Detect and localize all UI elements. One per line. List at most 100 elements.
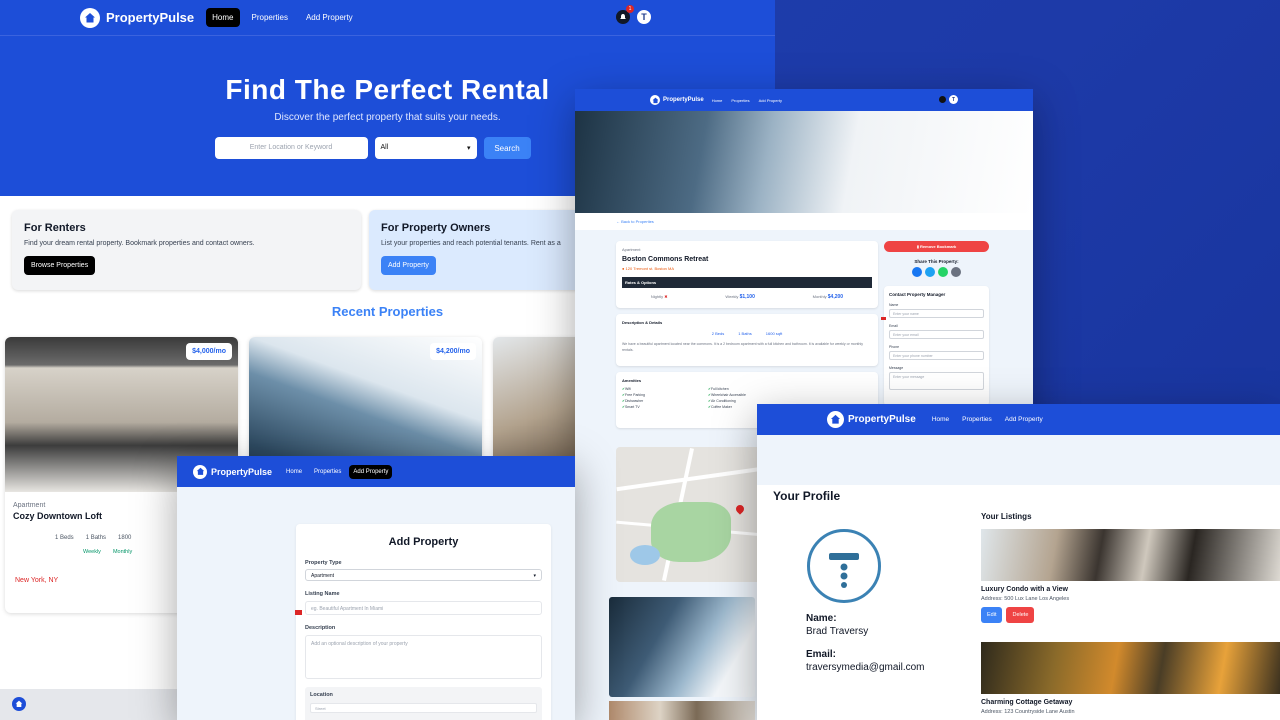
x-icon: ✖	[664, 294, 668, 299]
brand-logo[interactable]: PropertyPulse	[650, 95, 704, 105]
facebook-icon[interactable]	[912, 267, 922, 277]
price-badge: $4,200/mo	[430, 343, 476, 360]
property-description: We have a beautiful apartment located ne…	[622, 342, 863, 352]
browse-properties-button[interactable]: Browse Properties	[24, 256, 96, 275]
map-pin-icon[interactable]	[734, 503, 746, 515]
profile-avatar	[807, 529, 881, 603]
property-address: ● 120 Tremont st. Boston MA	[622, 266, 872, 271]
map-pin-icon: ●	[622, 266, 625, 271]
nav-home-link[interactable]: Home	[709, 96, 726, 105]
description-textarea[interactable]: Add an optional description of your prop…	[305, 635, 542, 679]
rates-row: Nightly ✖ Weekly $1,100 Monthly $4,200	[622, 288, 872, 302]
listing-name-input[interactable]: eg. Beautiful Apartment In Miami	[305, 601, 542, 615]
page-title: Your Profile	[773, 489, 841, 503]
property-summary-box: Apartment Boston Commons Retreat ● 120 T…	[616, 241, 878, 308]
property-hero-image	[575, 111, 1033, 213]
baths-count: 1 Baths	[738, 331, 752, 336]
amenity-item: Full kitchen	[708, 387, 792, 391]
property-type-label: Property Type	[305, 560, 342, 566]
nav-properties-link[interactable]: Properties	[310, 465, 345, 479]
property-gallery-image[interactable]	[609, 701, 755, 720]
page-band	[757, 435, 1280, 485]
nav-add-property-link[interactable]: Add Property	[300, 8, 359, 27]
top-navbar: PropertyPulse Home Properties Add Proper…	[0, 0, 775, 36]
nav-home-link[interactable]: Home	[206, 8, 240, 27]
renters-card-title: For Renters	[24, 222, 86, 234]
street-input[interactable]: Street	[310, 703, 537, 713]
brand-name: PropertyPulse	[211, 466, 273, 477]
description-heading: Description & Details	[622, 320, 663, 325]
add-property-button[interactable]: Add Property	[381, 256, 436, 275]
contact-email-input[interactable]: Enter your email	[889, 330, 984, 339]
edit-button[interactable]: Edit	[981, 607, 1003, 623]
sqft-count: 1600 sqft	[765, 331, 783, 336]
nav-properties-link[interactable]: Properties	[958, 412, 996, 427]
weekly-rate-value: $1,100	[739, 294, 755, 300]
whatsapp-icon[interactable]	[938, 267, 948, 277]
back-to-properties-link[interactable]: ← Back to Properties	[575, 213, 1033, 230]
nav-properties-link[interactable]: Properties	[246, 8, 294, 27]
property-gallery-image[interactable]	[609, 597, 755, 697]
contact-name-input[interactable]: Enter your name	[889, 309, 984, 318]
nav-home-link[interactable]: Home	[282, 465, 306, 479]
nav-properties-link[interactable]: Properties	[728, 96, 752, 105]
house-icon	[650, 95, 660, 105]
brand-name: PropertyPulse	[106, 10, 195, 25]
sqft-count: 1800	[118, 535, 132, 541]
property-type-select[interactable]: All ▾	[374, 137, 477, 159]
search-button[interactable]: Search	[483, 137, 531, 159]
monthly-rate-label: Monthly	[812, 294, 827, 299]
chevron-down-icon: ▾	[466, 145, 471, 152]
house-icon	[80, 7, 100, 28]
contact-heading: Contact Property Manager	[889, 292, 946, 297]
top-navbar: PropertyPulse Home Properties Add Proper…	[177, 456, 575, 487]
brand-logo[interactable]: PropertyPulse	[827, 411, 916, 428]
user-avatar[interactable]: T	[636, 9, 652, 25]
renters-card: For Renters Find your dream rental prope…	[12, 210, 361, 290]
location-search-input[interactable]: Enter Location or Keyword	[214, 137, 368, 159]
footer-house-icon	[12, 697, 26, 711]
delete-button[interactable]: Delete	[1006, 607, 1035, 623]
listing-image[interactable]	[981, 642, 1280, 694]
message-label: Message	[889, 366, 904, 370]
nightly-rate-label: Nightly	[650, 294, 664, 299]
property-type-value: Apartment	[311, 573, 335, 579]
listing-actions: Edit Delete	[981, 607, 1280, 623]
email-label: Email	[889, 324, 898, 328]
contact-phone-input[interactable]: Enter your phone number	[889, 351, 984, 360]
profile-info: Name: Brad Traversy Email: traversymedia…	[806, 613, 925, 673]
amenity-item: Dishwasher	[622, 399, 706, 403]
contact-message-textarea[interactable]: Enter your message	[889, 372, 984, 390]
bookmark-icon: ▮	[916, 244, 919, 249]
map-road	[616, 466, 763, 492]
add-property-window: PropertyPulse Home Properties Add Proper…	[177, 456, 575, 720]
bell-icon[interactable]	[939, 96, 946, 103]
nav-home-link[interactable]: Home	[928, 412, 953, 427]
listing-image[interactable]	[981, 529, 1280, 581]
user-name: Brad Traversy	[806, 626, 869, 637]
t-logo-icon	[813, 535, 875, 597]
property-title: Boston Commons Retreat	[622, 256, 709, 263]
monthly-rate-value: $4,200	[827, 294, 844, 300]
remove-bookmark-button[interactable]: ▮ Remove Bookmark	[884, 241, 989, 252]
amenity-item: Free Parking	[622, 393, 706, 397]
property-type-select[interactable]: Apartment ▾	[305, 569, 542, 581]
nav-add-property-link[interactable]: Add Property	[349, 464, 393, 479]
twitter-icon[interactable]	[925, 267, 935, 277]
remove-bookmark-label: Remove Bookmark	[920, 244, 957, 249]
listing-item: Luxury Condo with a View Address: 500 Lu…	[981, 529, 1280, 623]
nav-add-property-link[interactable]: Add Property	[1001, 412, 1047, 427]
required-marker	[295, 610, 302, 615]
nightly-rate: Nightly ✖	[651, 294, 668, 300]
renters-card-text: Find your dream rental property. Bookmar…	[24, 240, 255, 247]
nav-add-property-link[interactable]: Add Property	[756, 96, 785, 105]
name-label: Name:	[806, 613, 837, 624]
beds-count: 2 Beds	[711, 331, 725, 336]
user-avatar[interactable]: T	[949, 95, 958, 104]
monthly-rate: Monthly $4,200	[813, 294, 843, 300]
brand-logo[interactable]: PropertyPulse	[193, 464, 273, 479]
brand-logo[interactable]: PropertyPulse	[80, 7, 195, 28]
property-map[interactable]	[616, 447, 763, 582]
email-icon[interactable]	[951, 267, 961, 277]
amenity-item: Wheelchair Accessible	[708, 393, 792, 397]
